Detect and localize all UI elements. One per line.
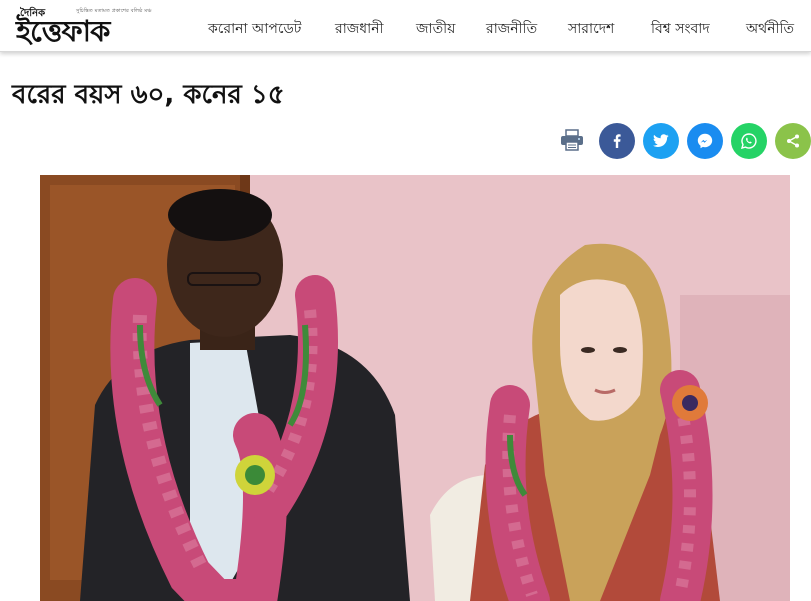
messenger-share-button[interactable]: [687, 123, 723, 159]
wedding-photo-illustration: [40, 175, 790, 601]
messenger-icon: [697, 133, 713, 149]
share-icon: [787, 134, 799, 148]
nav-item-world-news[interactable]: বিশ্ব সংবাদ: [651, 17, 710, 41]
nav-item-economy[interactable]: অর্থনীতি: [746, 17, 794, 41]
twitter-icon: [653, 134, 669, 147]
logo-wordmark: ইত্তেফাক: [16, 14, 110, 48]
facebook-share-button[interactable]: [599, 123, 635, 159]
twitter-share-button[interactable]: [643, 123, 679, 159]
nav-item-corona-update[interactable]: করোনা আপডেট: [208, 17, 301, 41]
more-share-button[interactable]: [775, 123, 811, 159]
article-photo: [40, 175, 790, 601]
article-headline: বরের বয়স ৬০, কনের ১৫: [12, 80, 285, 110]
main-nav: করোনা আপডেট রাজধানী জাতীয় রাজনীতি সারাদ…: [196, 0, 811, 52]
site-logo[interactable]: দৈনিক সুচিন্তিত মতামত প্রকাশের বলিষ্ঠ মঞ…: [16, 6, 188, 48]
site-header: দৈনিক সুচিন্তিত মতামত প্রকাশের বলিষ্ঠ মঞ…: [0, 0, 811, 52]
nav-item-politics[interactable]: রাজনীতি: [486, 17, 537, 41]
print-icon[interactable]: [560, 129, 584, 151]
nav-item-country[interactable]: সারাদেশ: [568, 17, 614, 41]
share-bar: [0, 123, 811, 159]
whatsapp-icon: [741, 133, 757, 149]
whatsapp-share-button[interactable]: [731, 123, 767, 159]
nav-item-capital[interactable]: রাজধানী: [335, 17, 384, 41]
facebook-icon: [613, 134, 621, 148]
nav-item-national[interactable]: জাতীয়: [416, 17, 455, 41]
